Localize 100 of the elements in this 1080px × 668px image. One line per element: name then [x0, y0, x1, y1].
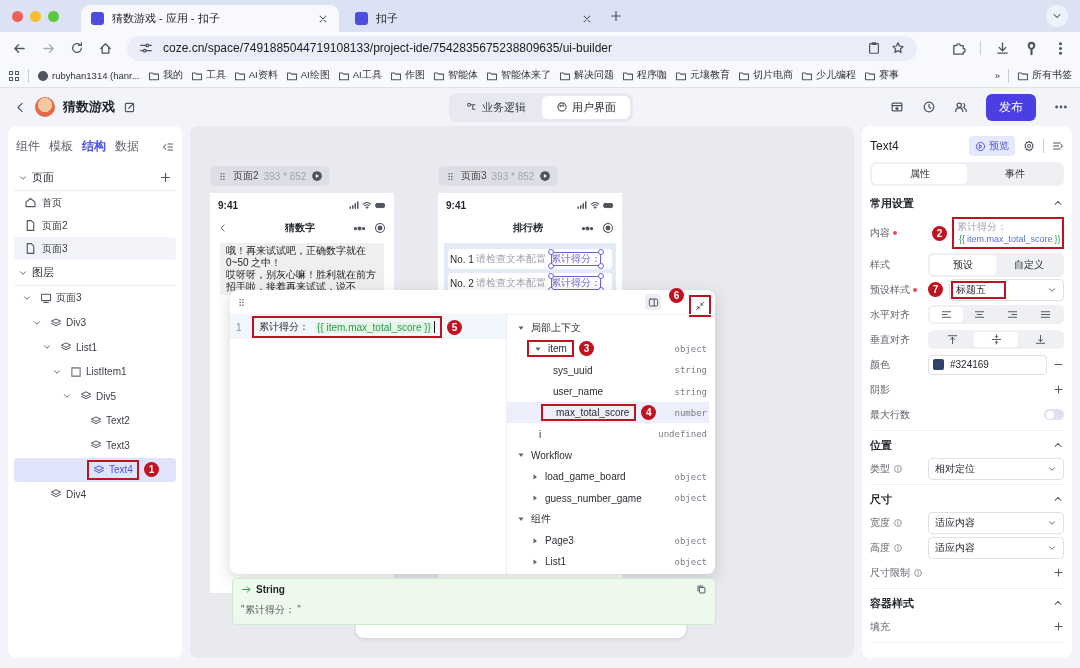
download-icon[interactable] [995, 40, 1010, 56]
back-icon[interactable] [218, 223, 228, 233]
variable-item[interactable]: guess_number_game [527, 492, 646, 504]
bookmark-item[interactable]: 赛事 [863, 69, 899, 82]
variable-row[interactable]: max_total_score 4 number [507, 402, 709, 424]
new-tab-icon[interactable] [609, 9, 623, 23]
variable-item[interactable]: 组件 [513, 512, 555, 527]
drag-handle-icon[interactable] [236, 296, 247, 308]
info-icon[interactable] [893, 517, 903, 528]
record-icon[interactable] [602, 222, 614, 234]
browser-tab[interactable]: 扣子 [345, 5, 603, 32]
tab-list-button[interactable] [1046, 5, 1068, 27]
copy-icon[interactable] [696, 584, 707, 595]
preview-button[interactable]: 预览 [969, 136, 1015, 156]
code-line[interactable]: 累计得分： {{ item.max_total_score }} [255, 319, 439, 335]
extensions-icon[interactable] [951, 40, 966, 56]
home-icon[interactable] [98, 40, 113, 56]
layer-item[interactable]: 页面3 [37, 290, 85, 307]
mode-tab[interactable]: 用户界面 [542, 95, 630, 119]
bookmark-item[interactable]: 程序咖 [621, 69, 667, 82]
bookmark-item[interactable]: 元壤教育 [674, 69, 730, 82]
select-field[interactable]: 标题五 [949, 278, 1064, 301]
play-icon[interactable] [539, 170, 552, 182]
bookmark-star-icon[interactable] [891, 41, 905, 55]
variable-item[interactable]: i [527, 428, 546, 440]
add-icon[interactable] [1053, 621, 1064, 632]
apps-icon[interactable] [8, 69, 20, 82]
add-icon[interactable] [1053, 567, 1064, 578]
settings-icon[interactable] [1023, 140, 1035, 152]
save-box-icon[interactable] [890, 100, 904, 114]
layer-item[interactable]: Text2 [87, 413, 133, 428]
color-field[interactable]: #324169 [928, 354, 1047, 375]
bookmark-item[interactable]: 智能体来了 [485, 69, 551, 82]
window-control-icon[interactable] [12, 10, 23, 22]
bookmark-item[interactable]: 切片电商 [737, 69, 793, 82]
content-field[interactable]: 累计得分： {{ item.max_total_score }} [955, 220, 1061, 246]
layer-item[interactable]: Div5 [77, 389, 119, 404]
bookmark-item[interactable]: AI工具 [337, 69, 382, 82]
list-menu-icon[interactable] [1052, 140, 1064, 152]
variable-item[interactable]: 局部上下文 [513, 320, 585, 335]
variable-item[interactable]: item [530, 343, 571, 355]
history-icon[interactable] [922, 100, 936, 114]
bookmark-item[interactable]: 智能体 [432, 69, 478, 82]
panel-tab[interactable]: 组件 [16, 138, 40, 155]
collapse-panel-icon[interactable] [162, 140, 174, 153]
info-icon[interactable] [913, 567, 923, 578]
users-icon[interactable] [954, 100, 968, 114]
bookmarks-overflow[interactable]: » [994, 70, 1000, 81]
bookmark-item[interactable]: 所有书签 [1017, 69, 1072, 82]
bookmark-item[interactable]: AI资料 [233, 69, 278, 82]
panel-tab[interactable]: 事件 [967, 164, 1062, 184]
layer-item[interactable]: ListItem1 [67, 364, 130, 379]
layer-row[interactable]: Text4 1 [14, 457, 176, 482]
bookmark-item[interactable]: 少儿编程 [800, 69, 856, 82]
layer-item[interactable]: Div3 [47, 315, 89, 330]
layer-item[interactable]: List1 [57, 340, 101, 355]
browser-tab[interactable]: 猜数游戏 - 应用 - 扣子 [81, 5, 339, 32]
bookmark-item[interactable]: 我的 [147, 69, 183, 82]
panel-tab[interactable]: 模板 [49, 138, 73, 155]
variable-item[interactable]: List1 [527, 556, 571, 568]
align-option[interactable] [974, 332, 1018, 347]
select-field[interactable]: 适应内容 [928, 511, 1064, 534]
edit-icon[interactable] [123, 100, 136, 114]
page-item[interactable]: 页面3 [14, 237, 176, 260]
variable-item[interactable]: sys_uuid [541, 364, 597, 376]
reload-icon[interactable] [70, 41, 84, 55]
mode-tab[interactable]: 业务逻辑 [452, 95, 540, 119]
variable-item[interactable]: load_game_board [527, 471, 630, 483]
address-bar[interactable]: coze.cn/space/7491885044719108133/project-ide/7542835675238809635/ui-builder [127, 35, 917, 61]
bookmark-item[interactable]: 解决问题 [558, 69, 614, 82]
info-icon[interactable] [893, 542, 903, 553]
clipboard-icon[interactable] [867, 41, 881, 55]
panel-tab[interactable]: 结构 [82, 138, 106, 155]
segment-tab[interactable]: 预设 [930, 254, 996, 275]
panel-tab[interactable]: 数据 [115, 138, 139, 155]
play-icon[interactable] [311, 170, 324, 182]
info-icon[interactable] [893, 463, 903, 474]
layer-item[interactable]: Text3 [87, 438, 133, 453]
select-field[interactable]: 相对定位 [928, 457, 1064, 480]
variable-item[interactable]: Workflow [513, 449, 576, 461]
bookmark-item[interactable]: 工具 [190, 69, 226, 82]
align-option[interactable] [930, 307, 963, 322]
page-item[interactable]: 首页 [14, 191, 176, 214]
page-item[interactable]: 页面2 [14, 214, 176, 237]
record-icon[interactable] [374, 222, 386, 234]
segment-tab[interactable]: 自定义 [996, 254, 1062, 275]
toggle-switch[interactable] [1044, 409, 1064, 420]
variable-item[interactable]: user_name [541, 386, 608, 398]
publish-button[interactable]: 发布 [986, 93, 1036, 121]
bookmark-item[interactable]: rubyhan1314 (hanr... [37, 69, 140, 82]
layer-item[interactable]: Div4 [47, 487, 89, 502]
variable-item[interactable]: Page3 [527, 535, 578, 547]
site-settings-icon[interactable] [139, 41, 153, 55]
select-field[interactable]: 适应内容 [928, 536, 1064, 559]
add-icon[interactable] [1053, 384, 1064, 395]
bookmark-item[interactable]: 作图 [389, 69, 425, 82]
panel-tab[interactable]: 属性 [872, 164, 967, 184]
bookmark-item[interactable]: AI绘图 [285, 69, 330, 82]
add-page-icon[interactable] [159, 171, 172, 184]
split-view-button[interactable] [645, 294, 661, 310]
